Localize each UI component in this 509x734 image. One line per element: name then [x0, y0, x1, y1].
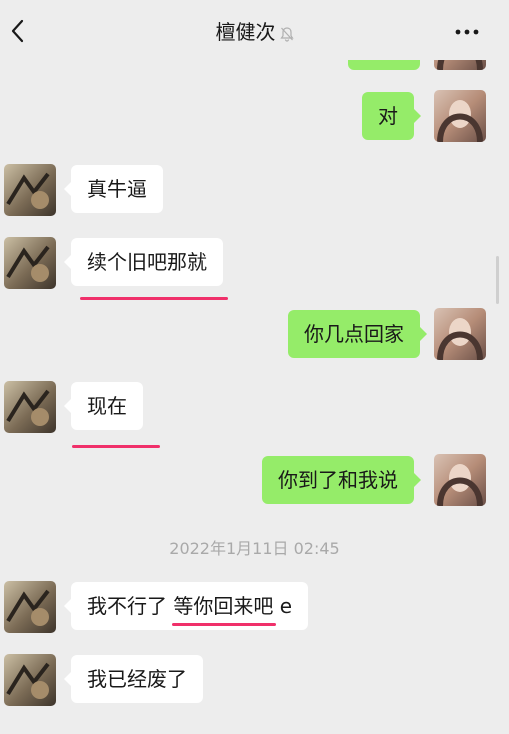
chat-header: 檀健次: [0, 0, 509, 60]
contact-name: 檀健次: [215, 20, 276, 44]
chat-title: 檀健次: [0, 18, 509, 46]
scrollbar[interactable]: [496, 256, 499, 304]
message-bubble-out[interactable]: 你到了和我说: [262, 456, 421, 504]
avatar-contact[interactable]: [4, 164, 56, 216]
message-text-part: 等你回来吧: [173, 594, 274, 618]
ellipsis-icon[interactable]: [453, 22, 481, 42]
avatar-contact[interactable]: [4, 237, 56, 289]
avatar-contact[interactable]: [4, 654, 56, 706]
avatar-contact[interactable]: [4, 381, 56, 433]
red-underline-annotation: [172, 623, 276, 626]
message-bubble-in[interactable]: 真牛逼: [64, 165, 163, 213]
bell-muted-icon: [279, 26, 294, 42]
avatar-self[interactable]: [434, 308, 486, 360]
message-bubble-out[interactable]: 对: [362, 92, 421, 140]
message-text-part: 我不行了: [87, 594, 174, 618]
avatar-contact[interactable]: [4, 581, 56, 633]
message-bubble-in[interactable]: 现在: [64, 382, 143, 430]
message-timestamp: 2022年1月11日 02:45: [169, 539, 340, 558]
red-underline-annotation: [72, 445, 160, 448]
message-bubble-in[interactable]: 我已经废了: [64, 655, 203, 703]
avatar-self[interactable]: [434, 454, 486, 506]
message-text-part: e: [273, 594, 293, 618]
message-bubble-in[interactable]: 续个旧吧那就: [64, 238, 223, 286]
message-bubble-out[interactable]: 你几点回家: [288, 310, 427, 358]
red-underline-annotation: [80, 297, 228, 300]
avatar-self[interactable]: [434, 90, 486, 142]
